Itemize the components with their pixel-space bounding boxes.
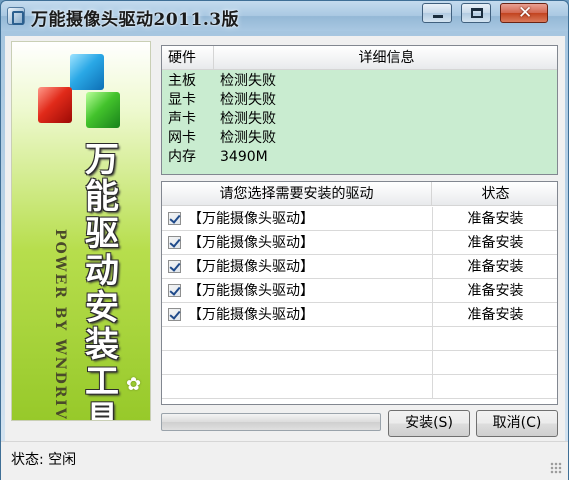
green-cube-icon [86, 92, 120, 128]
driver-status: 准备安装 [467, 235, 524, 251]
table-row[interactable]: 【万能摄像头驱动】 准备安装 [162, 303, 557, 327]
table-row[interactable]: 【万能摄像头驱动】 准备安装 [162, 207, 557, 231]
minimize-button[interactable] [422, 3, 452, 23]
hardware-value: 检测失败 [220, 130, 276, 146]
hardware-header: 硬件 详细信息 [162, 46, 557, 70]
driver-rows: 【万能摄像头驱动】 准备安装 【万能摄像头驱动】 准备安装 【万能摄像头驱动】 … [162, 207, 557, 399]
driver-status: 准备安装 [467, 283, 524, 299]
list-item[interactable]: 显卡 检测失败 [168, 91, 276, 110]
driver-status: 准备安装 [467, 259, 524, 275]
driver-status: 准备安装 [467, 211, 524, 227]
hardware-key: 内存 [168, 149, 196, 165]
table-row[interactable]: 【万能摄像头驱动】 准备安装 [162, 255, 557, 279]
blue-cube-icon [70, 54, 104, 90]
hardware-rows: 主板 检测失败 显卡 检测失败 声卡 检测失败 网卡 检测失败 内存 3490M [168, 72, 276, 167]
side-banner: 万能驱动安装工具 POWER BY WNDRIVERS ✿ [11, 41, 151, 421]
column-header-details[interactable]: 详细信息 [214, 46, 559, 70]
list-item[interactable]: 主板 检测失败 [168, 72, 276, 91]
minimize-icon [433, 15, 443, 18]
empty-row [162, 327, 557, 351]
column-divider [432, 375, 433, 399]
flower-logo-icon: ✿ [126, 374, 142, 395]
hardware-key: 主板 [168, 73, 196, 89]
app-icon [7, 7, 25, 25]
list-item[interactable]: 声卡 检测失败 [168, 110, 276, 129]
hardware-value: 3490M [220, 149, 268, 165]
column-divider [432, 327, 433, 351]
hardware-value: 检测失败 [220, 73, 276, 89]
driver-checkbox[interactable] [168, 260, 181, 273]
column-header-hardware[interactable]: 硬件 [162, 46, 214, 70]
driver-name: 【万能摄像头驱动】 [188, 211, 314, 227]
app-window: 万能摄像头驱动2011.3版 ✕ 万能驱动安装工具 POWER BY WNDRI… [0, 0, 569, 480]
maximize-button[interactable] [461, 3, 491, 23]
close-button[interactable]: ✕ [500, 3, 548, 23]
list-item[interactable]: 内存 3490M [168, 148, 276, 167]
driver-checkbox[interactable] [168, 236, 181, 249]
driver-name: 【万能摄像头驱动】 [188, 283, 314, 299]
hardware-key: 声卡 [168, 111, 196, 127]
table-row[interactable]: 【万能摄像头驱动】 准备安装 [162, 231, 557, 255]
column-header-status[interactable]: 状态 [432, 182, 557, 206]
driver-checkbox[interactable] [168, 212, 181, 225]
window-title: 万能摄像头驱动2011.3版 [31, 10, 240, 30]
banner-title: 万能驱动安装工具 [85, 140, 119, 421]
driver-name: 【万能摄像头驱动】 [188, 259, 314, 275]
hardware-value: 检测失败 [220, 92, 276, 108]
driver-name: 【万能摄像头驱动】 [188, 235, 314, 251]
empty-row [162, 375, 557, 399]
resize-grip-icon[interactable] [550, 462, 562, 474]
red-cube-icon [38, 87, 72, 123]
install-progress-bar [161, 413, 381, 431]
empty-row [162, 351, 557, 375]
column-header-driver[interactable]: 请您选择需要安装的驱动 [162, 182, 432, 206]
driver-name: 【万能摄像头驱动】 [188, 307, 314, 323]
banner-subtitle: POWER BY WNDRIVERS [52, 229, 68, 421]
driver-checkbox[interactable] [168, 308, 181, 321]
hardware-key: 显卡 [168, 92, 196, 108]
status-text: 状态: 空闲 [11, 452, 77, 468]
driver-status: 准备安装 [467, 307, 524, 323]
table-row[interactable]: 【万能摄像头驱动】 准备安装 [162, 279, 557, 303]
hardware-value: 检测失败 [220, 111, 276, 127]
list-item[interactable]: 网卡 检测失败 [168, 129, 276, 148]
cancel-button[interactable]: 取消(C) [476, 410, 558, 437]
driver-list-header: 请您选择需要安装的驱动 状态 [162, 182, 557, 206]
hardware-key: 网卡 [168, 130, 196, 146]
status-bar: 状态: 空闲 [1, 441, 568, 480]
title-bar[interactable]: 万能摄像头驱动2011.3版 ✕ [1, 1, 568, 31]
hardware-info-list[interactable]: 硬件 详细信息 主板 检测失败 显卡 检测失败 声卡 检测失败 网卡 检测失败 … [161, 45, 558, 175]
maximize-icon [471, 8, 483, 18]
driver-list[interactable]: 请您选择需要安装的驱动 状态 【万能摄像头驱动】 准备安装 【万能摄像头驱动】 … [161, 181, 558, 405]
close-icon: ✕ [518, 3, 533, 23]
column-divider [432, 351, 433, 375]
driver-checkbox[interactable] [168, 284, 181, 297]
install-button[interactable]: 安装(S) [388, 410, 470, 437]
